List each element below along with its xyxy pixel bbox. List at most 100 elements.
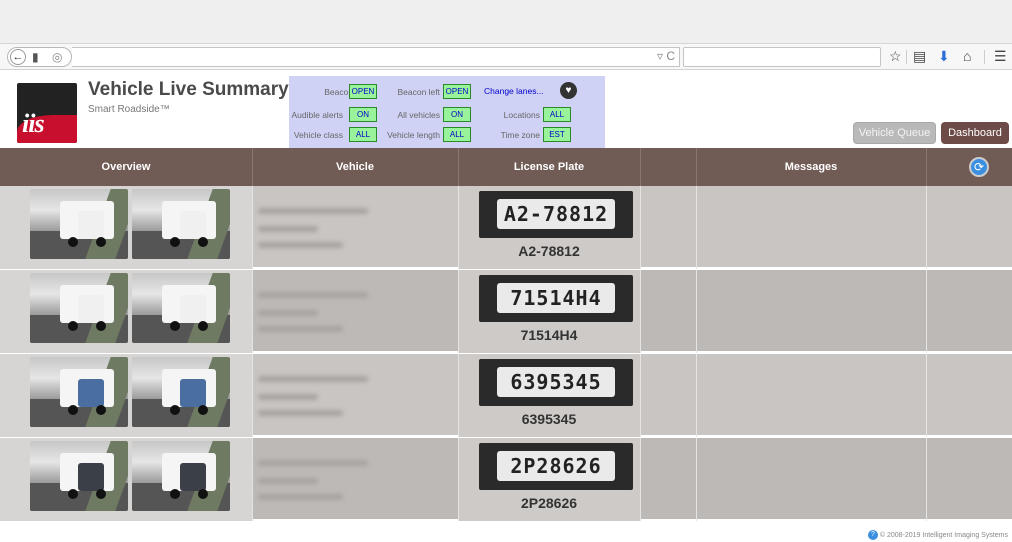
license-plate-cell: 2P28626 2P28626 (458, 438, 640, 521)
audible-alerts-value[interactable]: ON (349, 107, 377, 122)
change-lanes-link[interactable]: Change lanes... (484, 86, 544, 96)
license-plate-cell: 71514H4 71514H4 (458, 270, 640, 353)
redacted-text (258, 460, 368, 466)
copyright-text: © 2008-2019 Intelligent Imaging Systems (879, 531, 1008, 539)
truck-wheel (198, 321, 208, 331)
download-icon[interactable]: ⬇ (938, 48, 950, 65)
license-plate-image[interactable]: 2P28626 (479, 443, 633, 490)
table-row[interactable]: 6395345 6395345 (0, 354, 1012, 437)
beacon-right-value[interactable]: OPEN (349, 84, 377, 99)
cell-divider (926, 354, 927, 437)
vehicle-info-redacted (258, 438, 458, 521)
help-icon[interactable]: ? (867, 530, 878, 540)
locations-value[interactable]: ALL (543, 107, 571, 122)
truck-photo-front[interactable] (30, 273, 128, 343)
column-header-blank (640, 148, 696, 186)
browser-tab-strip (0, 0, 1012, 44)
redacted-text (258, 310, 318, 316)
license-plate-number: 6395345 (521, 411, 577, 427)
truck-wheel (170, 237, 180, 247)
redacted-text (258, 242, 343, 248)
url-bar[interactable]: ▿ C (72, 47, 680, 67)
refresh-icon[interactable]: ⟳ (969, 157, 989, 177)
truck-photo-front[interactable] (30, 441, 128, 511)
browser-navigation-bar: ← ▮ ◎ ▿ C ☆ ▤ ⬇ ⌂ ☰ (0, 44, 1012, 70)
column-divider (926, 148, 927, 186)
locations-label: Locations (503, 110, 540, 120)
license-plate-number: 71514H4 (520, 327, 578, 343)
column-header-messages: Messages (784, 161, 838, 173)
truck-photo-rear[interactable] (132, 357, 230, 427)
cell-divider (252, 438, 253, 521)
cell-divider (926, 438, 927, 521)
vehicle-info-redacted (258, 186, 458, 269)
back-arrow-icon[interactable]: ← (10, 49, 26, 65)
vehicle-length-label: Vehicle length (387, 130, 440, 140)
redacted-text (258, 478, 318, 484)
messages-cell (697, 270, 926, 353)
truck-photo-rear[interactable] (132, 441, 230, 511)
globe-icon[interactable]: ◎ (52, 50, 62, 64)
overview-cell (0, 354, 252, 437)
url-actions: ▿ C (657, 49, 675, 63)
beacon-left-label: Beacon left (397, 87, 440, 97)
reload-icon[interactable]: C (666, 49, 675, 63)
truck-wheel (96, 321, 106, 331)
logo-text: iis (22, 109, 45, 138)
license-plate-image[interactable]: A2-78812 (479, 191, 633, 238)
cell-divider (640, 270, 641, 353)
truck-photo-front[interactable] (30, 357, 128, 427)
toolbar-divider (984, 50, 985, 64)
redacted-text (258, 326, 343, 332)
truck-cab (78, 379, 104, 407)
home-icon[interactable]: ⌂ (963, 48, 971, 64)
star-icon[interactable]: ☆ (889, 48, 902, 65)
dashboard-button[interactable]: Dashboard (941, 122, 1009, 144)
truck-photo-front[interactable] (30, 189, 128, 259)
truck-wheel (68, 237, 78, 247)
identity-group: ← ▮ ◎ (7, 47, 72, 67)
truck-wheel (68, 321, 78, 331)
truck-wheel (96, 405, 106, 415)
table-row[interactable]: A2-78812 A2-78812 (0, 186, 1012, 269)
truck-photo-rear[interactable] (132, 273, 230, 343)
time-zone-label: Time zone (500, 130, 540, 140)
page-subtitle: Smart Roadside™ (88, 104, 170, 115)
redacted-text (258, 394, 318, 400)
beacon-left-value[interactable]: OPEN (443, 84, 471, 99)
truck-photo-rear[interactable] (132, 189, 230, 259)
truck-wheel (198, 237, 208, 247)
cell-divider (458, 186, 459, 269)
table-row[interactable]: 2P28626 2P28626 (0, 438, 1012, 521)
page-info-icon[interactable]: ▮ (32, 50, 39, 64)
vehicle-length-value[interactable]: ALL (443, 127, 471, 142)
column-header-license-plate: License Plate (513, 161, 585, 173)
truck-cab (180, 211, 206, 239)
vehicle-class-value[interactable]: ALL (349, 127, 377, 142)
truck-wheel (68, 405, 78, 415)
truck-wheel (170, 489, 180, 499)
menu-icon[interactable]: ☰ (994, 48, 1007, 65)
url-dropdown-icon[interactable]: ▿ (657, 49, 663, 63)
search-input[interactable] (683, 47, 881, 67)
license-plate-image[interactable]: 71514H4 (479, 275, 633, 322)
redacted-text (258, 208, 368, 214)
overview-cell (0, 438, 252, 521)
license-plate-image[interactable]: 6395345 (479, 359, 633, 406)
table-row[interactable]: 71514H4 71514H4 (0, 270, 1012, 353)
cell-divider (926, 270, 927, 353)
table-header: Overview Vehicle License Plate Messages (0, 148, 1012, 186)
truck-cab (78, 295, 104, 323)
time-zone-value[interactable]: EST (543, 127, 571, 142)
cell-divider (458, 270, 459, 353)
all-vehicles-value[interactable]: ON (443, 107, 471, 122)
truck-cab (180, 295, 206, 323)
messages-cell (697, 438, 926, 521)
vehicle-queue-button[interactable]: Vehicle Queue (853, 122, 936, 144)
reading-list-icon[interactable]: ▤ (913, 48, 926, 65)
cell-divider (640, 438, 641, 521)
heartbeat-icon[interactable]: ♥ (560, 82, 577, 99)
cell-divider (640, 186, 641, 269)
overview-cell (0, 270, 252, 353)
plate-image-text: 71514H4 (497, 283, 615, 313)
